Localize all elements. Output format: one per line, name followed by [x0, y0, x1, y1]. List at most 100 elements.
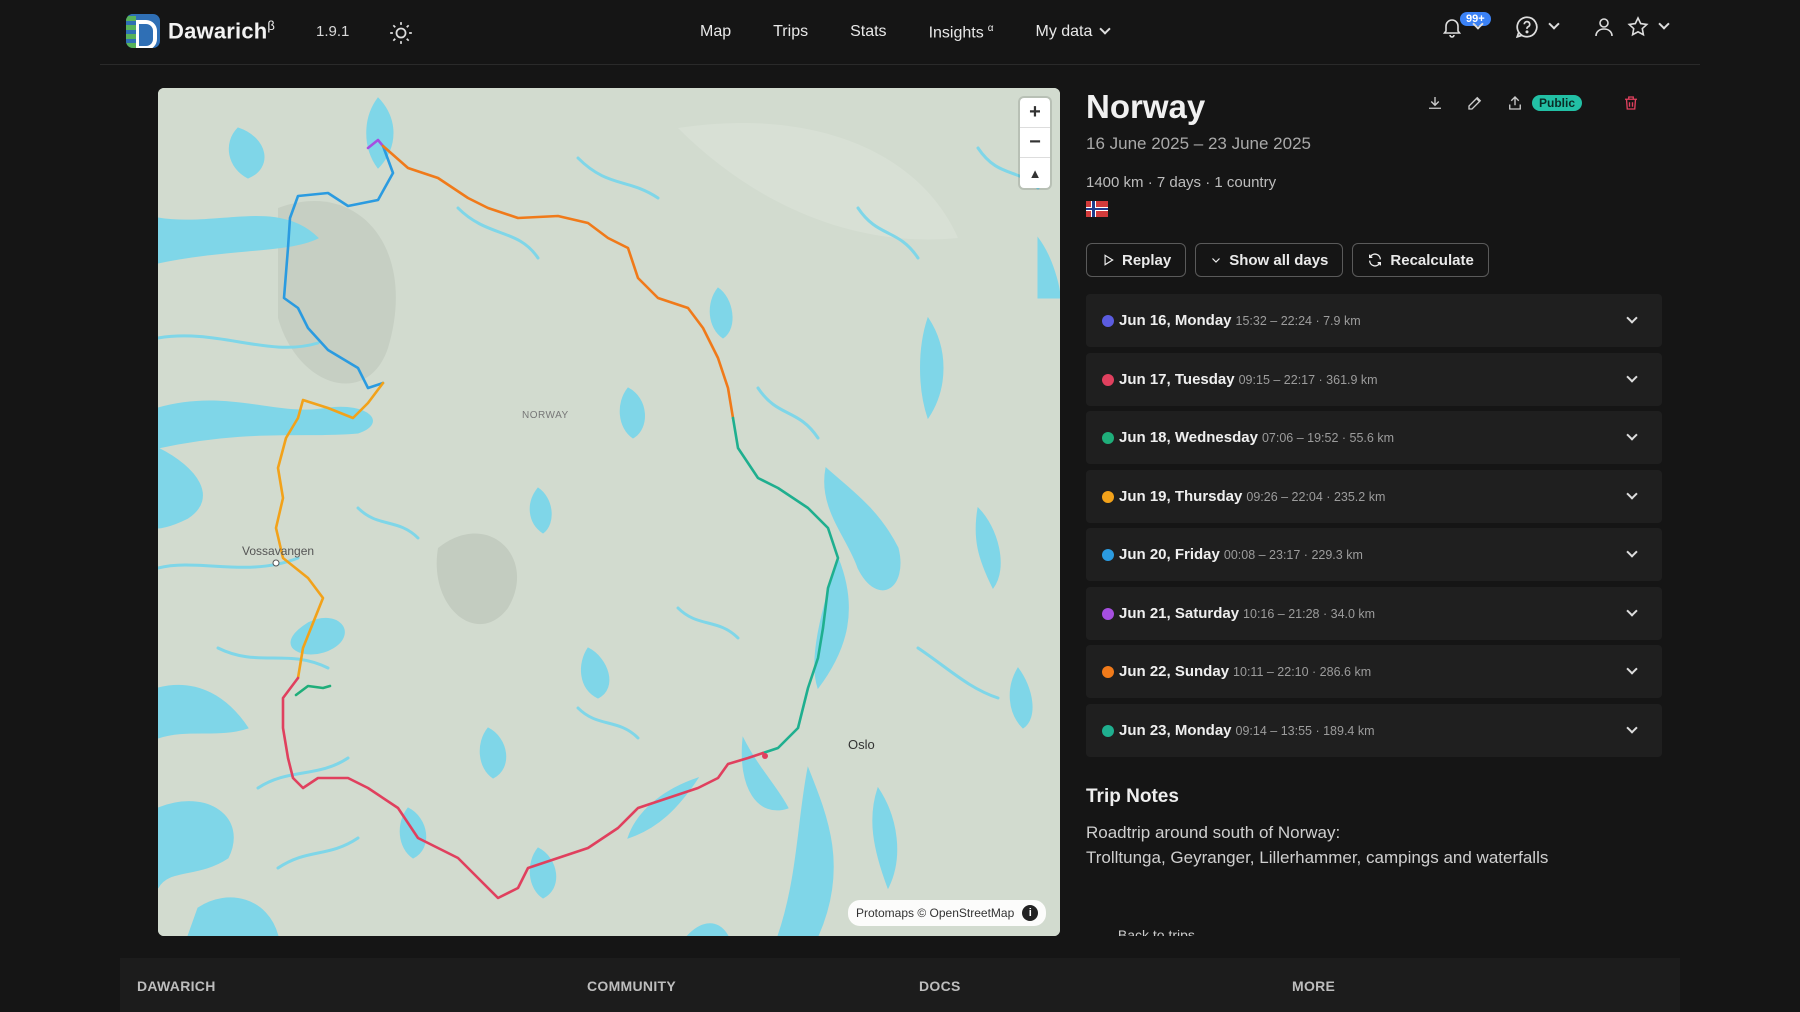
footer-col-docs: DOCS: [919, 978, 961, 994]
nav-my-data[interactable]: My data: [1035, 23, 1112, 42]
recalculate-button[interactable]: Recalculate: [1352, 243, 1489, 277]
chevron-down-icon: [1212, 258, 1221, 263]
notifications-button[interactable]: 99+: [1440, 12, 1491, 39]
navbar: Dawarichβ 1.9.1 Map Trips Stats Insights…: [100, 0, 1700, 65]
map-attribution: Protomaps © OpenStreetMap i: [848, 900, 1047, 926]
help-icon: [1515, 16, 1538, 39]
info-icon[interactable]: i: [1022, 905, 1039, 921]
day-color-dot: [1102, 432, 1114, 444]
footer: DAWARICH COMMUNITY DOCS MORE: [120, 958, 1680, 1012]
help-button[interactable]: [1514, 14, 1560, 40]
favorites-button[interactable]: [1626, 15, 1670, 39]
share-icon[interactable]: [1506, 94, 1524, 112]
day-name: Jun 19, Thursday: [1119, 487, 1243, 505]
attribution-text: Protomaps © OpenStreetMap: [856, 906, 1015, 920]
chevron-down-icon[interactable]: [1626, 604, 1638, 617]
day-label: Jun 23, Monday 09:14 – 13:55 · 189.4 km: [1119, 722, 1375, 739]
trash-icon[interactable]: [1622, 94, 1640, 112]
day-row[interactable]: Jun 19, Thursday 09:26 – 22:04 · 235.2 km: [1086, 469, 1662, 523]
navbar-actions: 99+: [1440, 12, 1670, 40]
day-info: 09:15 – 22:17 · 361.9 km: [1238, 372, 1378, 387]
notes-line: Trolltunga, Geyranger, Lillerhammer, cam…: [1086, 848, 1549, 867]
day-row[interactable]: Jun 17, Tuesday 09:15 – 22:17 · 361.9 km: [1086, 352, 1662, 406]
nav-trips[interactable]: Trips: [773, 23, 808, 42]
day-name: Jun 18, Wednesday: [1119, 429, 1258, 446]
show-all-days-button[interactable]: Show all days: [1195, 243, 1344, 277]
day-label: Jun 22, Sunday 10:11 – 22:10 · 286.6 km: [1119, 663, 1371, 680]
day-color-dot: [1102, 549, 1114, 561]
brand-name: Dawarichβ: [168, 17, 276, 44]
day-row[interactable]: Jun 23, Monday 09:14 – 13:55 · 189.4 km: [1086, 703, 1662, 757]
back-to-trips-link[interactable]: ← Back to trips: [1100, 926, 1195, 936]
zoom-controls: + − ▲: [1020, 98, 1050, 188]
replay-button[interactable]: Replay: [1086, 243, 1187, 277]
day-info: 15:32 – 22:24 · 7.9 km: [1235, 314, 1361, 328]
user-icon[interactable]: [1592, 15, 1616, 39]
day-name: Jun 22, Sunday: [1119, 663, 1230, 680]
day-color-dot: [1102, 666, 1114, 678]
day-name: Jun 23, Monday: [1119, 721, 1232, 739]
map-canvas[interactable]: [158, 88, 1060, 936]
chevron-down-icon[interactable]: [1626, 429, 1638, 441]
trip-actions: Public: [1426, 94, 1640, 112]
day-name: Jun 17, Tuesday: [1119, 370, 1235, 388]
day-row[interactable]: Jun 21, Saturday 10:16 – 21:28 · 34.0 km: [1086, 586, 1662, 640]
zoom-out-button[interactable]: −: [1020, 128, 1050, 158]
chevron-down-icon[interactable]: [1626, 487, 1638, 500]
day-color-dot: [1102, 607, 1114, 620]
sun-icon[interactable]: [388, 20, 414, 46]
chevron-down-icon: [1099, 23, 1112, 35]
day-info: 10:11 – 22:10 · 286.6 km: [1233, 665, 1372, 679]
notes-line: Roadtrip around south of Norway:: [1086, 823, 1341, 842]
trip-notes-text: Roadtrip around south of Norway: Trolltu…: [1086, 820, 1646, 870]
trip-buttons: Replay Show all days Recalculate: [1086, 243, 1489, 277]
nav-stats[interactable]: Stats: [850, 23, 886, 42]
day-row[interactable]: Jun 20, Friday 00:08 – 23:17 · 229.3 km: [1086, 528, 1662, 581]
map-label-vossavangen: Vossavangen: [242, 544, 315, 558]
zoom-in-button[interactable]: +: [1020, 98, 1050, 128]
day-info: 09:14 – 13:55 · 189.4 km: [1235, 723, 1375, 738]
chevron-down-icon[interactable]: [1626, 663, 1638, 675]
day-name: Jun 21, Saturday: [1119, 604, 1240, 622]
nav-map[interactable]: Map: [700, 23, 731, 42]
footer-col-more: MORE: [1292, 978, 1336, 994]
chevron-down-icon[interactable]: [1626, 370, 1638, 383]
chevron-down-icon[interactable]: [1626, 546, 1638, 558]
chevron-down-icon[interactable]: [1626, 312, 1638, 324]
main-menu: Map Trips Stats Insights α My data: [700, 23, 1112, 42]
compass-button[interactable]: ▲: [1020, 158, 1050, 188]
refresh-icon: [1369, 253, 1382, 267]
brand-link[interactable]: Dawarichβ: [126, 14, 275, 48]
app-version: 1.9.1: [316, 23, 350, 40]
day-name: Jun 20, Friday: [1119, 546, 1220, 563]
norway-flag-icon: [1086, 201, 1108, 217]
day-info: 09:26 – 22:04 · 235.2 km: [1246, 489, 1386, 504]
recalculate-label: Recalculate: [1390, 251, 1474, 269]
dawarich-logo-icon: [126, 14, 160, 48]
footer-col-community: COMMUNITY: [587, 978, 677, 994]
day-label: Jun 17, Tuesday 09:15 – 22:17 · 361.9 km: [1119, 371, 1378, 388]
day-label: Jun 16, Monday 15:32 – 22:24 · 7.9 km: [1119, 312, 1361, 329]
public-badge: Public: [1532, 95, 1583, 111]
day-row[interactable]: Jun 22, Sunday 10:11 – 22:10 · 286.6 km: [1086, 645, 1662, 698]
show-all-days-label: Show all days: [1229, 251, 1329, 269]
star-icon: [1627, 16, 1649, 37]
day-row[interactable]: Jun 16, Monday 15:32 – 22:24 · 7.9 km: [1086, 294, 1662, 347]
day-label: Jun 20, Friday 00:08 – 23:17 · 229.3 km: [1119, 546, 1363, 563]
edit-icon[interactable]: [1466, 94, 1484, 112]
day-color-dot: [1102, 315, 1114, 327]
chevron-down-icon[interactable]: [1626, 721, 1638, 734]
day-info: 00:08 – 23:17 · 229.3 km: [1223, 548, 1363, 562]
day-list: Jun 16, Monday 15:32 – 22:24 · 7.9 km Jun …: [1086, 294, 1662, 762]
footer-col-dawarich: DAWARICH: [137, 978, 216, 994]
day-name: Jun 16, Monday: [1119, 312, 1232, 329]
map-label-oslo: Oslo: [848, 737, 875, 752]
trip-meta: 1400 km · 7 days · 1 country: [1086, 174, 1277, 191]
nav-insights[interactable]: Insights α: [929, 23, 994, 42]
download-icon[interactable]: [1426, 94, 1444, 112]
day-label: Jun 19, Thursday 09:26 – 22:04 · 235.2 km: [1119, 488, 1385, 505]
trip-dates: 16 June 2025 – 23 June 2025: [1086, 134, 1311, 153]
day-row[interactable]: Jun 18, Wednesday 07:06 – 19:52 · 55.6 km: [1086, 411, 1662, 464]
day-label: Jun 18, Wednesday 07:06 – 19:52 · 55.6 km: [1119, 429, 1394, 446]
trip-map[interactable]: NORWAY Vossavangen Oslo + − ▲ Protomaps …: [158, 88, 1060, 936]
